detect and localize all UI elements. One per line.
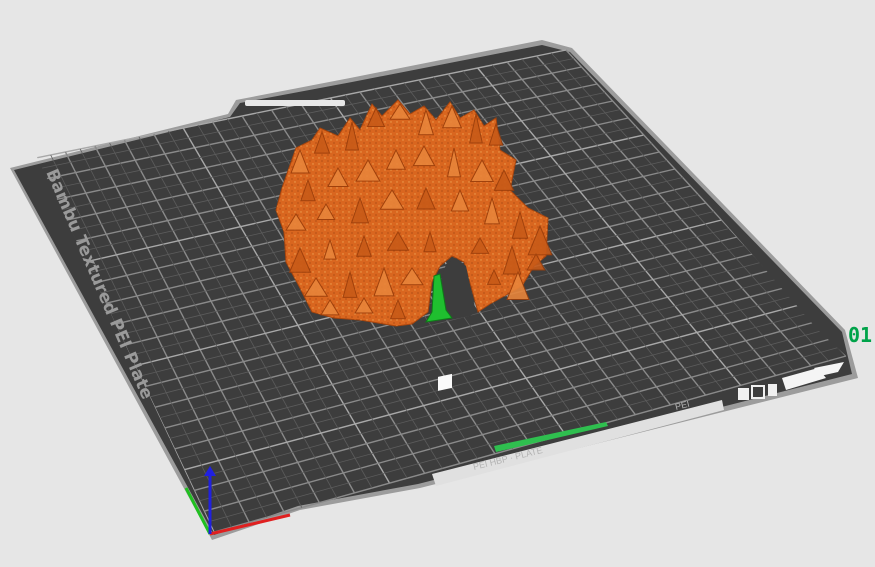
filament-spool-icon: [738, 388, 749, 400]
qr-code-icon: [438, 373, 452, 391]
plate-index-label[interactable]: 01: [848, 323, 872, 347]
3d-viewport[interactable]: Bambu Textured PEI Plate PEI HBP · PLATE…: [0, 0, 875, 567]
nozzle-icon: [768, 384, 777, 396]
build-plate-scene[interactable]: Bambu Textured PEI Plate PEI HBP · PLATE…: [0, 0, 875, 567]
plate-handle-tab: [245, 100, 345, 106]
